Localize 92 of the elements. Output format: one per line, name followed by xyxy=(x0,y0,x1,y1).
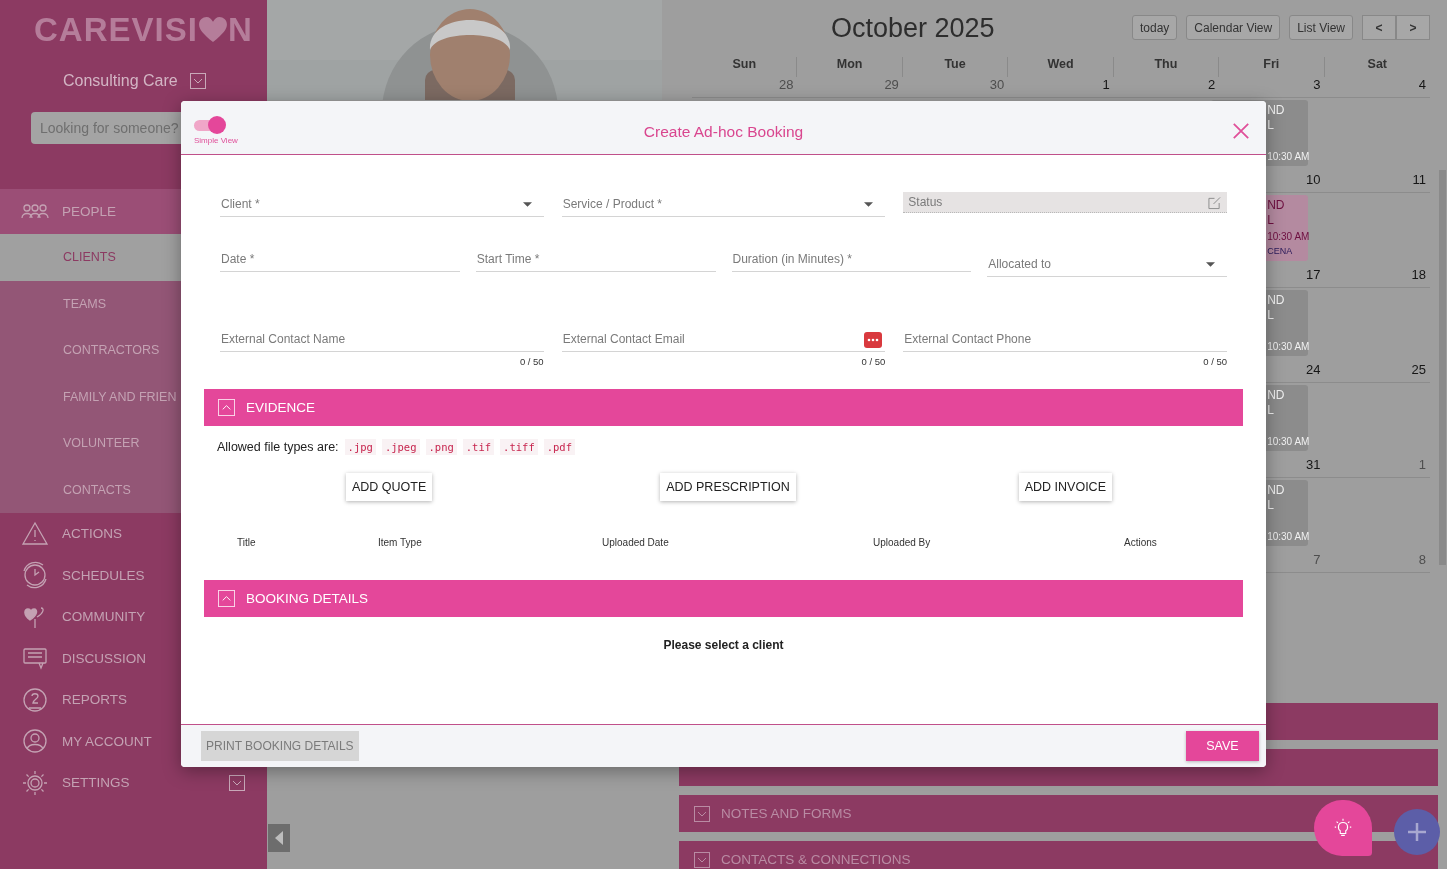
chevron-up-icon xyxy=(218,399,235,416)
dropdown-field[interactable]: Service / Product * xyxy=(561,192,886,217)
lightbulb-icon xyxy=(1332,817,1354,839)
nav-item[interactable]: SETTINGS xyxy=(0,762,267,804)
edit-icon xyxy=(1208,196,1221,209)
date-number: 25 xyxy=(1411,362,1426,377)
file-type-tag: .png xyxy=(425,439,457,455)
date-number: 4 xyxy=(1418,77,1426,92)
date-number: 2 xyxy=(1207,77,1216,92)
weekday-header: Sat xyxy=(1366,57,1388,73)
add-document-button[interactable]: ADD INVOICE xyxy=(1018,473,1112,501)
date-number: 1 xyxy=(1102,77,1110,92)
input-field[interactable]: Start Time * xyxy=(475,247,716,272)
file-type-tag: .tiff xyxy=(500,439,538,455)
date-number: 30 xyxy=(989,77,1005,92)
nav-item[interactable]: REPORTS xyxy=(0,679,267,721)
organization-name: Consulting Care xyxy=(63,72,178,90)
dialog-title: Create Ad-hoc Booking xyxy=(643,121,804,141)
weekday-header: Mon xyxy=(797,57,903,77)
date-number: 3 xyxy=(1313,77,1321,92)
calendar-button[interactable]: List View xyxy=(1289,15,1353,40)
weekday-header: Sun xyxy=(692,57,798,77)
empty-message: Please select a client xyxy=(663,638,784,652)
character-counter: 0 / 50 xyxy=(519,356,544,367)
weekday-header: Wed xyxy=(1008,57,1114,77)
weekday-header: Tue xyxy=(902,57,1009,77)
column-header: Item Type xyxy=(378,537,423,550)
date-number: 28 xyxy=(778,77,794,92)
gear-icon xyxy=(21,768,49,797)
allowed-types-label: Allowed file types are: xyxy=(217,440,339,454)
heart-icon xyxy=(198,17,227,43)
caret-icon xyxy=(1206,261,1215,268)
add-document-button[interactable]: ADD QUOTE xyxy=(346,473,433,501)
calendar-button[interactable]: today xyxy=(1132,15,1178,40)
weekday-header: Fri xyxy=(1219,57,1325,77)
section-header[interactable]: CONTACTS & CONNECTIONS xyxy=(679,841,1438,869)
date-number: 18 xyxy=(1411,267,1426,282)
next-button[interactable]: > xyxy=(1396,15,1430,40)
chevron-down-icon[interactable] xyxy=(189,73,206,89)
dropdown-field[interactable]: Client * xyxy=(220,192,544,217)
column-header: Uploaded By xyxy=(873,537,932,550)
chevron-down-icon[interactable] xyxy=(229,774,245,791)
calendar-button[interactable]: Calendar View xyxy=(1186,15,1281,40)
section-header[interactable]: BOOKING DETAILS xyxy=(204,580,1243,617)
dropdown-field[interactable]: Allocated to xyxy=(987,252,1227,277)
clock-icon xyxy=(21,561,49,590)
file-type-tag: .jpg xyxy=(344,439,376,455)
file-type-tag: .tif xyxy=(462,439,495,455)
calendar-title: October 2025 xyxy=(831,13,995,44)
date-number: 11 xyxy=(1412,172,1426,187)
caret-icon xyxy=(522,201,532,208)
character-counter: 0 / 50 xyxy=(861,356,886,367)
toggle-label: Simple View xyxy=(194,136,238,145)
input-field[interactable]: External Contact Phone xyxy=(903,327,1227,352)
input-field[interactable]: Duration (in Minutes) * xyxy=(731,247,972,272)
save-button[interactable]: SAVE xyxy=(1186,731,1259,761)
caret-icon xyxy=(864,201,874,208)
email-field[interactable]: External Contact Email xyxy=(561,327,886,352)
nav-item[interactable]: DISCUSSION xyxy=(0,637,267,679)
user-icon xyxy=(21,727,49,756)
date-number: 8 xyxy=(1418,552,1426,567)
character-counter: 0 / 50 xyxy=(1203,356,1227,367)
column-header: Uploaded Date xyxy=(602,537,670,550)
column-header: Actions xyxy=(1124,537,1158,550)
plus-icon xyxy=(1405,820,1429,844)
date-number: 24 xyxy=(1306,362,1321,377)
close-icon[interactable] xyxy=(1232,121,1250,140)
gauge-icon xyxy=(21,685,49,714)
file-type-tag: .pdf xyxy=(543,439,575,455)
previous-button[interactable]: < xyxy=(1362,15,1396,40)
date-number: 10 xyxy=(1306,172,1321,187)
logo-text: CAREVISI xyxy=(34,11,198,49)
column-header: Title xyxy=(237,537,257,550)
date-number: 1 xyxy=(1418,457,1426,472)
section-header[interactable]: NOTES AND FORMS xyxy=(679,795,1438,832)
collapse-handle-icon[interactable] xyxy=(268,824,290,852)
input-field[interactable]: External Contact Name xyxy=(220,327,544,352)
chevron-down-icon xyxy=(694,851,710,868)
add-document-button[interactable]: ADD PRESCRIPTION xyxy=(660,473,796,501)
weekday-header: Thu xyxy=(1113,57,1220,77)
status-field[interactable]: Status xyxy=(903,192,1227,213)
file-type-tag: .jpeg xyxy=(381,439,420,455)
input-field[interactable]: Date * xyxy=(220,247,460,272)
date-number: 7 xyxy=(1313,552,1321,567)
chevron-up-icon xyxy=(218,590,235,607)
date-number: 17 xyxy=(1306,267,1321,282)
section-header[interactable]: EVIDENCE xyxy=(204,389,1243,426)
date-number: 31 xyxy=(1306,457,1321,472)
chevron-down-icon xyxy=(694,805,710,822)
logo-text: N xyxy=(227,11,253,49)
date-number: 29 xyxy=(884,77,899,92)
dots-icon xyxy=(864,332,883,348)
